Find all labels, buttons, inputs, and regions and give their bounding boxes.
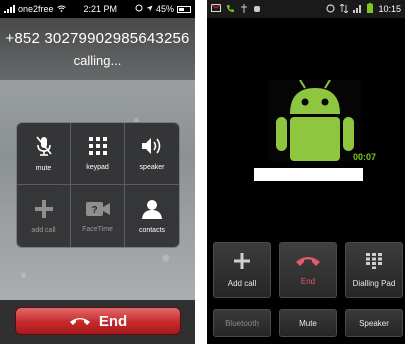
call-options-panel: mute keypad speaker add call ? FaceTime …: [16, 122, 180, 248]
ios-call-screen: one2free 2:21 PM 45% +852 30279902985643…: [0, 0, 195, 344]
plus-icon: [34, 199, 54, 227]
usb-icon: [240, 3, 248, 15]
add-call-label: add call: [31, 226, 56, 234]
dialling-pad-label: Dialling Pad: [352, 278, 396, 288]
status-bar: one2free 2:21 PM 45%: [0, 0, 195, 18]
end-call-icon: [295, 255, 321, 277]
speaker-icon: [140, 136, 164, 164]
clock: 2:21 PM: [83, 4, 118, 14]
mic-off-icon: [34, 135, 54, 165]
gmail-notification-icon: [211, 4, 221, 14]
dialling-pad-button[interactable]: Dialling Pad: [345, 242, 403, 298]
android-call-screen: 10:15 00:07 Add call End Dialling Pad Bl…: [207, 0, 405, 344]
battery-icon: [367, 3, 374, 15]
debug-icon: [253, 4, 261, 15]
end-call-button[interactable]: End: [279, 242, 337, 298]
facetime-button[interactable]: ? FaceTime: [71, 185, 125, 247]
speaker-label: Speaker: [359, 318, 389, 328]
orientation-lock-icon: [135, 4, 143, 14]
mute-label: mute: [35, 165, 52, 172]
caller-number: +852 30279902985643256: [5, 30, 190, 47]
caller-name-field: [254, 168, 363, 181]
signal-icon: [4, 5, 15, 13]
status-bar: 10:15: [207, 0, 405, 18]
end-call-button[interactable]: End: [15, 307, 181, 335]
facetime-icon: ?: [85, 200, 111, 226]
signal-icon: [353, 4, 362, 15]
bluetooth-label: Bluetooth: [225, 318, 259, 328]
dialpad-icon: [366, 252, 382, 279]
end-call-label: End: [98, 312, 128, 330]
wifi-icon: [56, 4, 66, 14]
contact-photo: [268, 80, 362, 161]
android-robot-icon: [268, 80, 362, 161]
add-call-label: Add call: [227, 278, 257, 288]
battery-percent: 45%: [155, 4, 174, 14]
battery-icon: [176, 5, 191, 13]
call-notification-icon: [226, 4, 235, 15]
add-call-button[interactable]: Add call: [213, 242, 271, 298]
speaker-button[interactable]: speaker: [125, 123, 179, 185]
person-icon: [141, 199, 163, 227]
keypad-grid-icon: [88, 136, 108, 164]
mute-label: Mute: [299, 318, 317, 328]
call-info-header: +852 30279902985643256 calling...: [0, 18, 195, 80]
speaker-button[interactable]: Speaker: [345, 309, 403, 337]
facetime-label: FaceTime: [82, 225, 113, 233]
mute-button[interactable]: Mute: [279, 309, 337, 337]
call-actions-row: Add call End Dialling Pad: [213, 242, 403, 298]
end-call-label: End: [300, 276, 316, 286]
svg-text:?: ?: [91, 205, 97, 216]
add-call-button[interactable]: add call: [17, 185, 71, 247]
speaker-label: speaker: [139, 164, 165, 171]
data-transfer-icon: [340, 2, 349, 15]
plus-icon: [234, 252, 250, 279]
phone-hangup-icon: [69, 313, 91, 330]
call-toggles-row: Bluetooth Mute Speaker: [213, 309, 403, 337]
contacts-button[interactable]: contacts: [125, 185, 179, 247]
call-status: calling...: [73, 53, 122, 68]
bluetooth-button[interactable]: Bluetooth: [213, 309, 271, 337]
keypad-label: keypad: [86, 164, 109, 171]
clock: 10:15: [378, 4, 401, 14]
location-icon: [146, 4, 153, 14]
end-call-bar: End: [0, 300, 195, 344]
contacts-label: contacts: [138, 226, 166, 234]
sync-icon: [326, 3, 336, 15]
carrier-name: one2free: [18, 4, 54, 14]
mute-button[interactable]: mute: [17, 123, 71, 185]
keypad-button[interactable]: keypad: [71, 123, 125, 185]
call-duration: 00:07: [353, 152, 377, 162]
